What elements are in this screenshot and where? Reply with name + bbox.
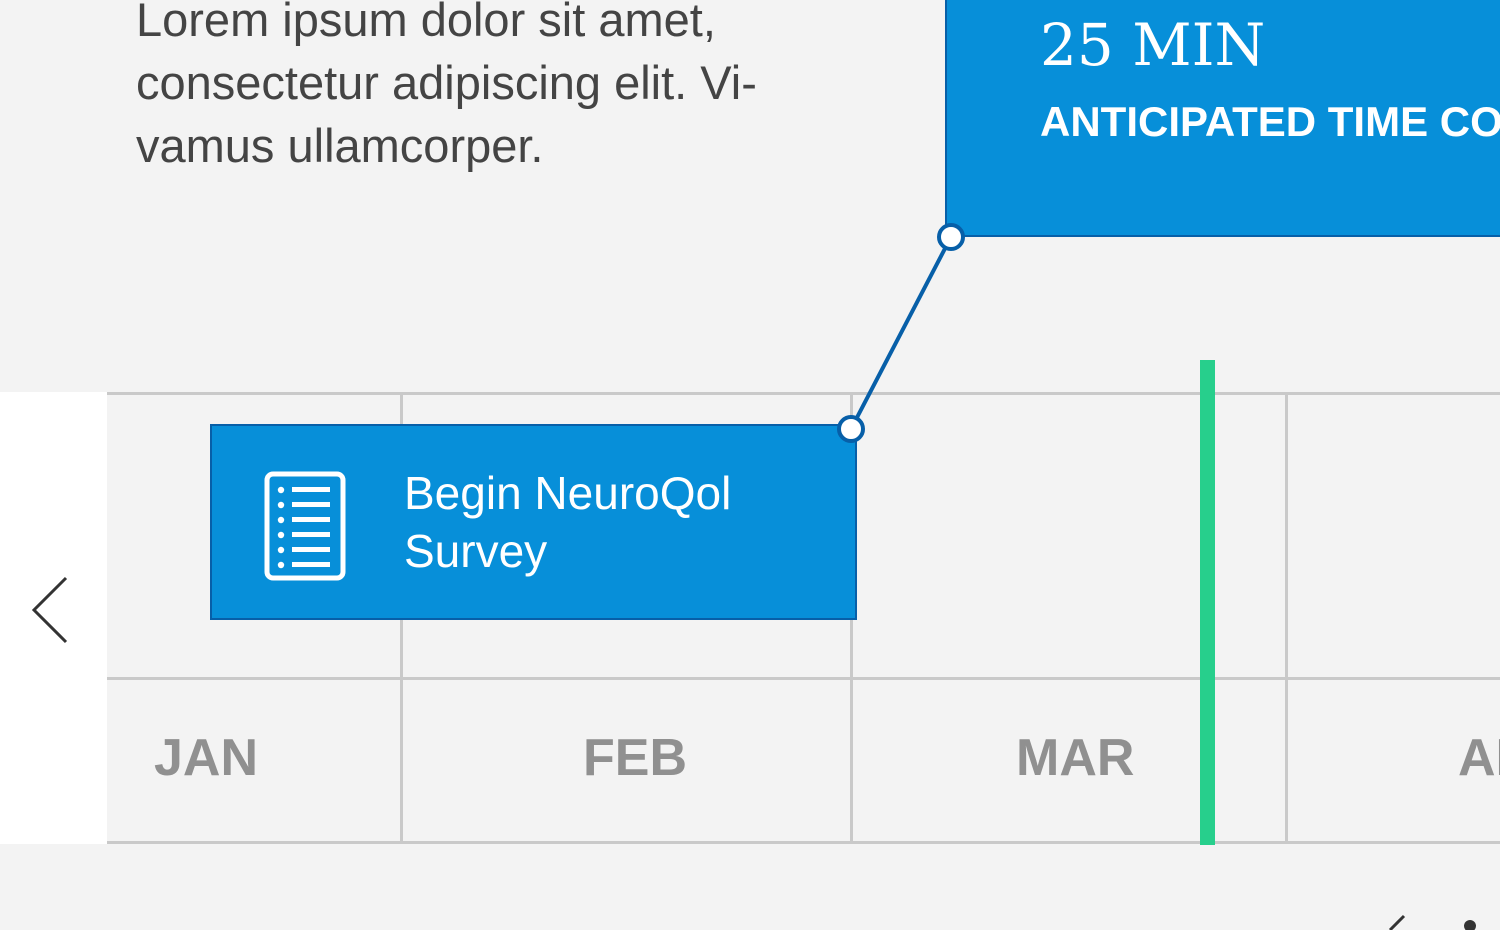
grid-line-middle — [107, 677, 1500, 680]
month-label-mar: MAR — [1016, 729, 1135, 787]
anticipated-time-card: 25 MIN ANTICIPATED TIME CO — [945, 0, 1500, 237]
chevron-left-icon — [31, 576, 68, 644]
duration-caption: ANTICIPATED TIME CO — [1040, 98, 1500, 145]
duration-value: 25 MIN — [1040, 11, 1266, 79]
grid-line-top — [107, 392, 1500, 395]
grid-line-bottom — [107, 841, 1500, 844]
event-label: Begin NeuroQol Survey — [404, 467, 732, 577]
month-label-apr: AP — [1458, 729, 1500, 787]
checklist-icon — [264, 471, 346, 581]
partial-chevron-icon — [1388, 914, 1476, 930]
month-label-jan: JAN — [154, 729, 259, 787]
grid-line-mar-apr — [1285, 392, 1288, 844]
today-marker — [1200, 360, 1215, 845]
timeline-screen: Lorem ipsum dolor sit amet, consectetur … — [0, 0, 1500, 930]
previous-month-button[interactable] — [20, 570, 80, 650]
month-label-feb: FEB — [583, 729, 687, 787]
event-begin-neuroqol-survey[interactable]: Begin NeuroQol Survey — [210, 424, 857, 620]
